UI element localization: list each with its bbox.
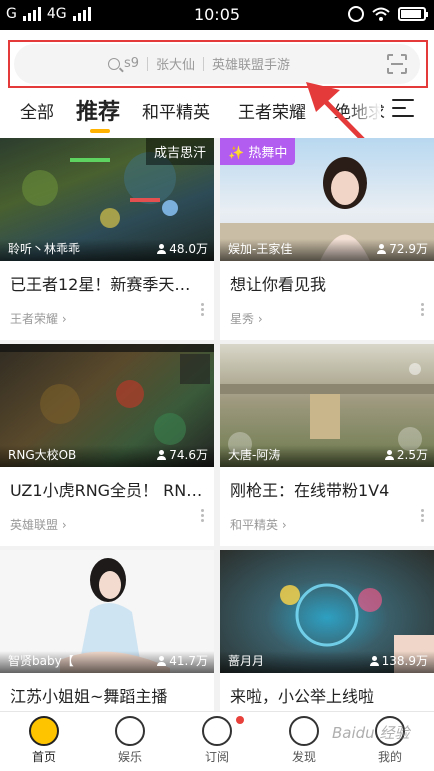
status-icons bbox=[348, 6, 428, 22]
category-label: 和平精英 bbox=[230, 518, 279, 532]
chevron-right-icon: › bbox=[61, 312, 67, 326]
live-room-card[interactable]: 大唐-阿涛 2.5万 刚枪王：在线带粉1V4 和平精英 › bbox=[220, 344, 434, 546]
anchor-name: RNG大校OB bbox=[8, 448, 77, 462]
viewer-count: 138.9万 bbox=[369, 652, 428, 669]
tab-all[interactable]: 全部 bbox=[20, 98, 54, 123]
tab-peace-elite[interactable]: 和平精英 bbox=[142, 98, 210, 123]
nav-subscribe-label: 订阅 bbox=[204, 750, 229, 764]
room-title: 来啦，小公举上线啦 bbox=[230, 687, 375, 705]
viewer-count: 72.9万 bbox=[377, 240, 428, 257]
alarm-icon bbox=[348, 6, 364, 22]
category-link[interactable]: 星秀 › bbox=[230, 310, 263, 327]
anchor-name: 聆听丶林乖乖 bbox=[8, 242, 81, 256]
room-title: 刚枪王：在线带粉1V4 bbox=[230, 481, 390, 499]
live-status-badge: ✨ 热舞中 bbox=[220, 138, 296, 165]
chevron-right-icon: › bbox=[61, 518, 67, 532]
room-badge: 成吉思汗 bbox=[145, 138, 214, 165]
home-icon bbox=[29, 716, 59, 746]
person-icon bbox=[157, 655, 167, 666]
live-room-card[interactable]: 智贤baby【 41.7万 江苏小姐姐~舞蹈主播 bbox=[0, 550, 214, 711]
thumbnail: ✨ 热舞中 娱加-王家佳 72.9万 bbox=[220, 138, 434, 261]
viewer-count-value: 72.9万 bbox=[389, 242, 428, 256]
nav-discover-label: 发现 bbox=[291, 750, 316, 764]
thumbnail: 智贤baby【 41.7万 bbox=[0, 550, 214, 673]
person-icon bbox=[157, 243, 167, 254]
viewer-count: 41.7万 bbox=[157, 652, 208, 669]
more-options-icon[interactable] bbox=[421, 509, 424, 524]
thumb-meta: RNG大校OB 74.6万 bbox=[0, 445, 214, 467]
more-options-icon[interactable] bbox=[201, 303, 204, 318]
live-room-card[interactable]: ✨ 热舞中 娱加-王家佳 72.9万 想让你看见我 星秀 › bbox=[220, 138, 434, 340]
anchor-name: 大唐-阿涛 bbox=[228, 448, 281, 462]
chevron-right-icon: › bbox=[257, 312, 263, 326]
nav-entertainment[interactable]: 娱乐 bbox=[100, 716, 160, 765]
thumbnail: 大唐-阿涛 2.5万 bbox=[220, 344, 434, 467]
category-link[interactable]: 和平精英 › bbox=[230, 516, 287, 533]
thumbnail: 蔷月月 138.9万 bbox=[220, 550, 434, 673]
thumb-meta: 大唐-阿涛 2.5万 bbox=[220, 445, 434, 467]
viewer-count-value: 48.0万 bbox=[169, 242, 208, 256]
live-room-card[interactable]: RNG大校OB 74.6万 UZ1小虎RNG全员！ RN… 英雄联盟 › bbox=[0, 344, 214, 546]
viewer-count: 2.5万 bbox=[384, 446, 428, 463]
nav-discover[interactable]: 发现 bbox=[274, 716, 334, 765]
room-title: 江苏小姐姐~舞蹈主播 bbox=[10, 687, 168, 705]
category-link[interactable]: 英雄联盟 › bbox=[10, 516, 67, 533]
anchor-name: 智贤baby【 bbox=[8, 654, 74, 668]
nav-home-label: 首页 bbox=[31, 750, 56, 764]
watermark: Baidu 经验 bbox=[332, 724, 410, 742]
category-label: 英雄联盟 bbox=[10, 518, 59, 532]
viewer-count-value: 2.5万 bbox=[396, 448, 428, 462]
entertainment-icon bbox=[115, 716, 145, 746]
viewer-count: 48.0万 bbox=[157, 240, 208, 257]
viewer-count-value: 41.7万 bbox=[169, 654, 208, 668]
nav-home[interactable]: 首页 bbox=[14, 716, 74, 765]
tab-recommended[interactable]: 推荐 bbox=[76, 94, 120, 126]
anchor-name: 蔷月月 bbox=[228, 654, 265, 668]
thumbnail: 成吉思汗 聆听丶林乖乖 48.0万 bbox=[0, 138, 214, 261]
category-label: 王者荣耀 bbox=[10, 312, 59, 326]
thumb-meta: 智贤baby【 41.7万 bbox=[0, 651, 214, 673]
category-label: 星秀 bbox=[230, 312, 255, 326]
room-title: 已王者12星！新赛季天… bbox=[10, 275, 191, 293]
live-room-card[interactable]: 蔷月月 138.9万 来啦，小公举上线啦 bbox=[220, 550, 434, 711]
room-title: 想让你看见我 bbox=[230, 275, 327, 293]
wifi-icon bbox=[372, 7, 390, 21]
status-bar: G 4G 10:05 bbox=[0, 0, 434, 30]
nav-profile-label: 我的 bbox=[377, 750, 402, 764]
viewer-count: 74.6万 bbox=[157, 446, 208, 463]
tab-honor-of-kings[interactable]: 王者荣耀 bbox=[238, 98, 306, 123]
viewer-count-value: 74.6万 bbox=[169, 448, 208, 462]
thumb-meta: 聆听丶林乖乖 48.0万 bbox=[0, 239, 214, 261]
battery-level bbox=[401, 10, 421, 18]
thumb-meta: 娱加-王家佳 72.9万 bbox=[220, 239, 434, 261]
nav-entertainment-label: 娱乐 bbox=[117, 750, 142, 764]
notification-dot bbox=[236, 716, 244, 724]
active-tab-indicator bbox=[90, 129, 110, 133]
anchor-name: 娱加-王家佳 bbox=[228, 242, 293, 256]
person-icon bbox=[384, 449, 394, 460]
person-icon bbox=[377, 243, 387, 254]
person-icon bbox=[369, 655, 379, 666]
more-options-icon[interactable] bbox=[201, 509, 204, 524]
live-room-card[interactable]: 成吉思汗 聆听丶林乖乖 48.0万 已王者12星！新赛季天… 王者荣耀 › bbox=[0, 138, 214, 340]
chevron-right-icon: › bbox=[281, 518, 287, 532]
thumbnail: RNG大校OB 74.6万 bbox=[0, 344, 214, 467]
category-link[interactable]: 王者荣耀 › bbox=[10, 310, 67, 327]
subscribe-icon bbox=[202, 716, 232, 746]
discover-icon bbox=[289, 716, 319, 746]
room-title: UZ1小虎RNG全员！ RN… bbox=[10, 481, 203, 499]
battery-icon bbox=[398, 7, 428, 21]
more-options-icon[interactable] bbox=[421, 303, 424, 318]
viewer-count-value: 138.9万 bbox=[381, 654, 428, 668]
person-icon bbox=[157, 449, 167, 460]
thumb-meta: 蔷月月 138.9万 bbox=[220, 651, 434, 673]
